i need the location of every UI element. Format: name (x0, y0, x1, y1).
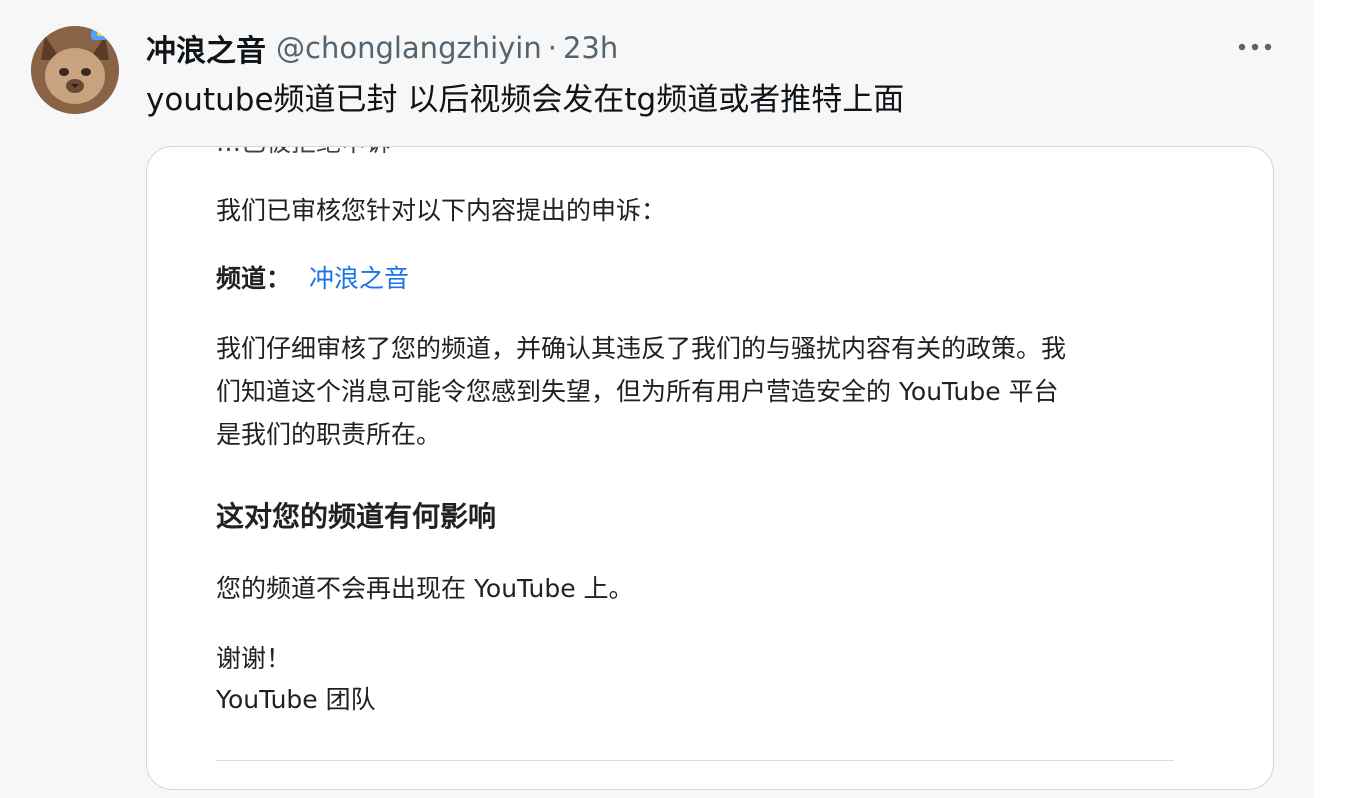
channel-label: 频道： (216, 264, 292, 293)
divider (216, 760, 1174, 761)
more-horizontal-icon (1238, 43, 1272, 51)
tweet[interactable]: 冲浪之音 @chonglangzhiyin · 23h youtube频道已封 … (0, 0, 1313, 798)
display-name[interactable]: 冲浪之音 (146, 26, 266, 70)
paragraph-line: 们知道这个消息可能令您感到失望，但为所有用户营造安全的 YouTube 平台 (216, 377, 1059, 406)
avatar[interactable] (31, 26, 119, 114)
channel-link[interactable]: 冲浪之音 (309, 264, 409, 293)
youtube-email-screenshot: …已被拒绝申诉 我们已审核您针对以下内容提出的申诉： 频道： 冲浪之音 我们仔细审… (147, 147, 1273, 789)
tweet-header: 冲浪之音 @chonglangzhiyin · 23h (146, 26, 618, 70)
impact-heading: 这对您的频道有何影响 (216, 500, 497, 533)
channel-row: 频道： 冲浪之音 (216, 259, 409, 295)
tweet-timestamp[interactable]: 23h (563, 31, 618, 65)
paragraph-line: 是我们的职责所在。 (216, 420, 442, 449)
header-separator: · (547, 31, 557, 65)
paragraph-line: 我们仔细审核了您的频道，并确认其违反了我们的与骚扰内容有关的政策。我 (216, 334, 1067, 363)
appeal-intro: 我们已审核您针对以下内容提出的申诉： (216, 196, 667, 225)
tweet-text: youtube频道已封 以后视频会发在tg频道或者推特上面 (146, 82, 905, 118)
user-handle[interactable]: @chonglangzhiyin (276, 31, 542, 65)
page: 冲浪之音 @chonglangzhiyin · 23h youtube频道已封 … (0, 0, 1362, 798)
tweet-media-image[interactable]: …已被拒绝申诉 我们已审核您针对以下内容提出的申诉： 频道： 冲浪之音 我们仔细审… (146, 146, 1274, 790)
more-options-button[interactable] (1232, 30, 1278, 64)
policy-paragraph: 我们仔细审核了您的频道，并确认其违反了我们的与骚扰内容有关的政策。我 们知道这个… (216, 327, 1176, 456)
cut-off-line: …已被拒绝申诉 (216, 147, 391, 159)
impact-text: 您的频道不会再出现在 YouTube 上。 (216, 574, 634, 603)
cat-avatar-image (31, 26, 119, 114)
signature-text: YouTube 团队 (216, 685, 376, 714)
thanks-text: 谢谢！ (216, 644, 292, 673)
